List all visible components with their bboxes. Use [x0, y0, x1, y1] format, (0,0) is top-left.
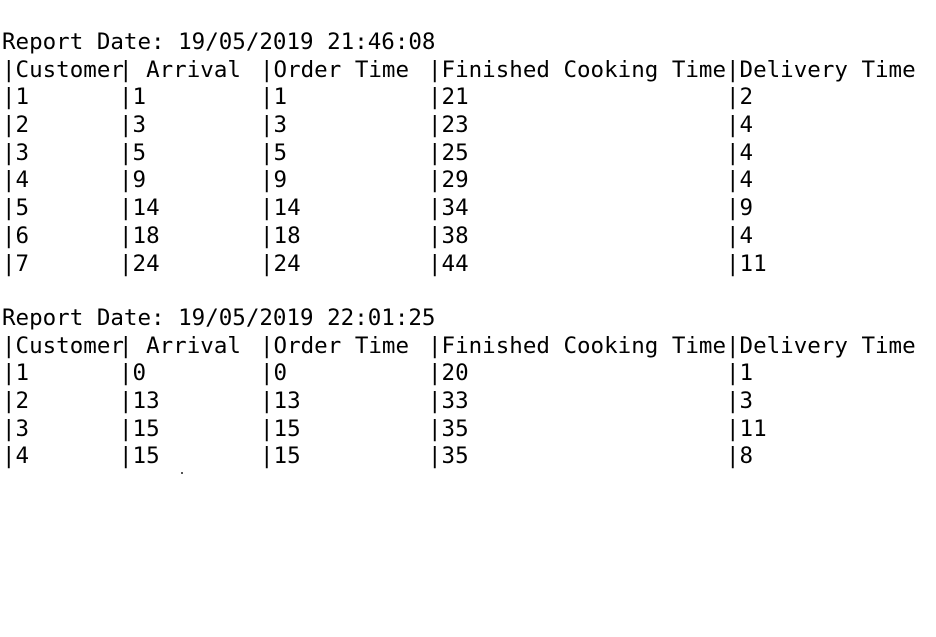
cell-order-time: |1: [260, 84, 288, 111]
cell-delivery-time: |4: [726, 112, 754, 139]
cell-delivery-time: |4: [726, 222, 754, 249]
cell-order-time: |5: [260, 139, 288, 166]
cell-customer: |2: [2, 388, 30, 415]
cell-order-time: |14: [260, 195, 301, 222]
cell-customer: |1: [2, 84, 30, 111]
cell-order-time: |13: [260, 388, 301, 415]
header-order-time: |Order Time: [260, 332, 410, 359]
cell-customer: |4: [2, 167, 30, 194]
table-row: |3 |5 |5 |25 |4: [2, 139, 753, 168]
cell-order-time: |18: [260, 222, 301, 249]
cell-arrival: |5: [119, 139, 147, 166]
header-customer: |Customer: [2, 56, 124, 83]
cell-arrival: |15: [119, 415, 160, 442]
cell-customer: |6: [2, 222, 30, 249]
table-row: |5 |14 |14 |34 |9: [2, 195, 753, 223]
stray-dot: [181, 472, 183, 474]
cell-finished-cooking-time: |44: [428, 250, 469, 277]
cell-finished-cooking-time: |38: [428, 222, 469, 249]
cell-arrival: |13: [119, 388, 160, 415]
header-order-time: |Order Time: [260, 56, 410, 83]
cell-customer: |1: [2, 360, 30, 387]
table-row: |4 |9 |9 |29 |4: [2, 167, 753, 195]
cell-finished-cooking-time: |35: [428, 443, 469, 470]
header-arrival: | Arrival: [119, 56, 241, 83]
cell-delivery-time: |1: [726, 360, 754, 387]
table-row: |2 |3 |3 |23 |4: [2, 112, 753, 140]
cell-finished-cooking-time: |21: [428, 84, 469, 111]
table-row: |7 |24 |24 |44 |11: [2, 250, 767, 279]
cell-arrival: |15: [119, 443, 160, 470]
table-row: |2 |13 |13 |33 |3: [2, 388, 753, 416]
cell-customer: |3: [2, 415, 30, 442]
cell-arrival: |0: [119, 360, 147, 387]
cell-finished-cooking-time: |29: [428, 167, 469, 194]
cell-delivery-time: |9: [726, 195, 754, 222]
table-header: |Customer | Arrival |Order Time |Finishe…: [2, 332, 916, 361]
cell-delivery-time: |4: [726, 139, 754, 166]
cell-arrival: |9: [119, 167, 147, 194]
table-header: |Customer | Arrival |Order Time |Finishe…: [2, 56, 916, 85]
cell-customer: |2: [2, 112, 30, 139]
header-finished-cooking-time: |Finished Cooking Time: [428, 332, 727, 359]
cell-delivery-time: |11: [726, 415, 767, 442]
cell-order-time: |3: [260, 112, 288, 139]
cell-finished-cooking-time: |20: [428, 360, 469, 387]
cell-order-time: |15: [260, 415, 301, 442]
cell-customer: |3: [2, 139, 30, 166]
cell-finished-cooking-time: |33: [428, 388, 469, 415]
cell-delivery-time: |4: [726, 167, 754, 194]
table-row: |1 |1 |1 |21 |2: [2, 84, 753, 112]
header-arrival: | Arrival: [119, 332, 241, 359]
cell-arrival: |18: [119, 222, 160, 249]
cell-finished-cooking-time: |25: [428, 139, 469, 166]
cell-finished-cooking-time: |23: [428, 112, 469, 139]
cell-customer: |7: [2, 250, 30, 277]
header-finished-cooking-time: |Finished Cooking Time: [428, 56, 727, 83]
header-delivery-time: |Delivery Time: [726, 332, 916, 359]
table-row: |6 |18 |18 |38 |4: [2, 222, 753, 251]
cell-arrival: |3: [119, 112, 147, 139]
report-date: Report Date: 19/05/2019 21:46:08: [2, 29, 436, 55]
cell-finished-cooking-time: |35: [428, 415, 469, 442]
cell-arrival: |1: [119, 84, 147, 111]
cell-order-time: |9: [260, 167, 288, 194]
cell-order-time: |0: [260, 360, 288, 387]
cell-customer: |4: [2, 443, 30, 470]
cell-customer: |5: [2, 195, 30, 222]
table-row: |4 |15 |15 |35 |8: [2, 443, 753, 471]
header-delivery-time: |Delivery Time: [726, 56, 916, 83]
report-block: Report Date: 19/05/2019 22:01:25 |Custom…: [2, 305, 916, 471]
cell-arrival: |14: [119, 195, 160, 222]
cell-delivery-time: |2: [726, 84, 754, 111]
cell-arrival: |24: [119, 250, 160, 277]
table-row: |3 |15 |15 |35 |11: [2, 415, 767, 444]
cell-order-time: |24: [260, 250, 301, 277]
cell-delivery-time: |8: [726, 443, 754, 470]
cell-finished-cooking-time: |34: [428, 195, 469, 222]
header-customer: |Customer: [2, 332, 124, 359]
report-date: Report Date: 19/05/2019 22:01:25: [2, 305, 436, 331]
cell-order-time: |15: [260, 443, 301, 470]
report-block: Report Date: 19/05/2019 21:46:08 |Custom…: [2, 29, 916, 279]
cell-delivery-time: |3: [726, 388, 754, 415]
table-row: |1 |0 |0 |20 |1: [2, 360, 753, 388]
cell-delivery-time: |11: [726, 250, 767, 277]
